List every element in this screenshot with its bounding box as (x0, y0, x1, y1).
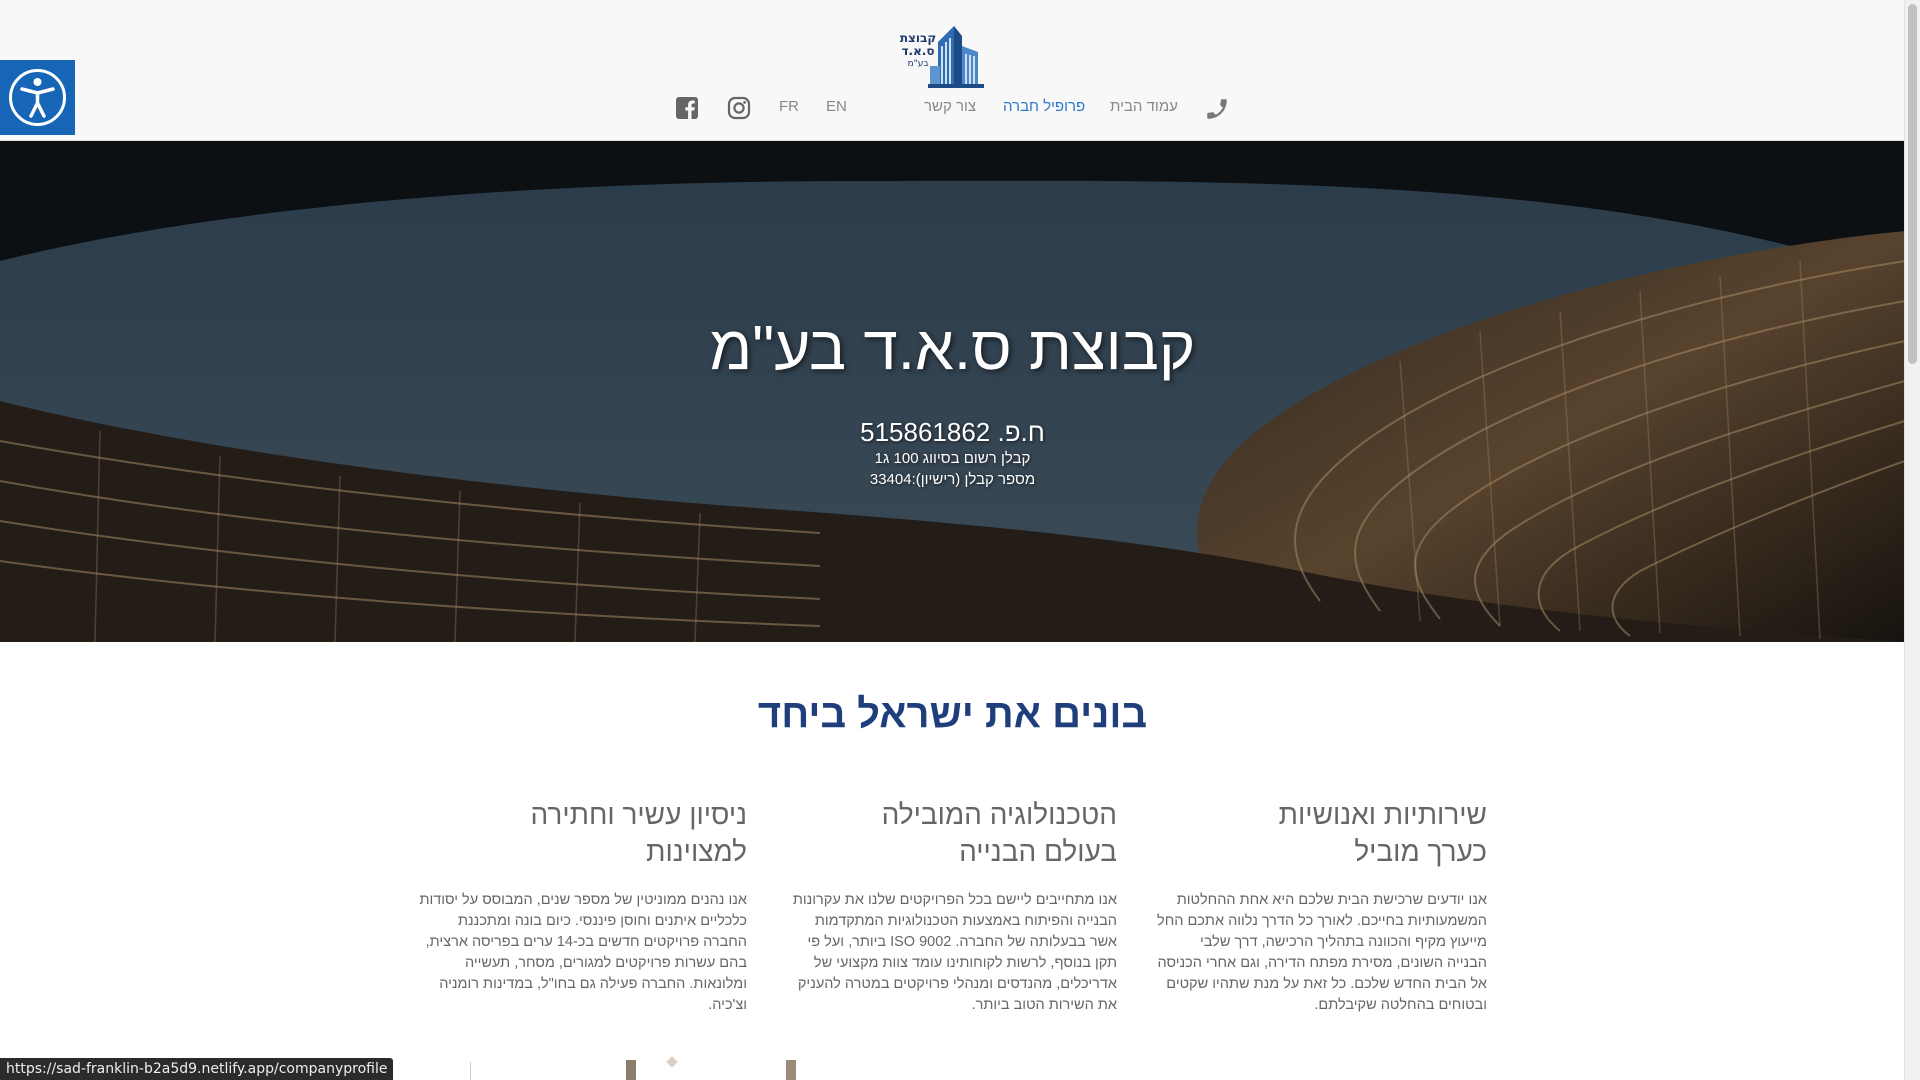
building-logo-icon (928, 26, 984, 88)
facebook-icon[interactable] (675, 96, 701, 122)
accessibility-icon (9, 69, 66, 126)
feature-body: אנו נהנים ממוניטין של מספר שנים, המבוסס … (419, 892, 747, 1013)
nav-home[interactable]: עמוד הבית (1110, 98, 1178, 122)
scrollbar-thumb[interactable] (1908, 4, 1917, 364)
hero-banner: קבוצת ס.א.ד בע"מ ח.פ. 515861862 קבלן רשו… (0, 141, 1905, 642)
instagram-icon[interactable] (727, 96, 753, 122)
feature-heading: שירותיות ואנושיות כערך מוביל (1278, 799, 1487, 867)
phone-icon[interactable] (1204, 96, 1230, 122)
company-logo[interactable]: קבוצת ס.א.ד בע"מ (898, 22, 984, 88)
lang-fr[interactable]: FR (779, 98, 799, 122)
lang-en[interactable]: EN (826, 98, 847, 122)
top-navbar: קבוצת ס.א.ד בע"מ עמוד הבית פרופיל חברה צ… (0, 0, 1905, 141)
vertical-scrollbar[interactable] (1904, 0, 1920, 1080)
company-id: ח.פ. 515861862 (860, 417, 1045, 447)
feature-heading: ניסיון עשיר וחתירה למצוינות (530, 799, 747, 867)
page: קבוצת ס.א.ד בע"מ עמוד הבית פרופיל חברה צ… (0, 0, 1905, 1080)
image-strip-peek (470, 1056, 810, 1080)
link-status-bar: https://sad-franklin-b2a5d9.netlify.app/… (0, 1058, 394, 1080)
contractor-class: קבלן רשום בסיווג 100 ג1 (874, 450, 1031, 467)
feature-column-service: שירותיות ואנושיות כערך מוביל אנו יודעים … (1157, 796, 1487, 1013)
hero-title: קבוצת ס.א.ד בע"מ (709, 314, 1196, 383)
nav-contact[interactable]: צור קשר (924, 98, 976, 122)
section-title: בונים את ישראל ביחד (757, 692, 1148, 736)
contractor-license: מספר קבלן (רישיון):33404 (869, 471, 1036, 488)
feature-column-technology: הטכנולוגיה המובילה בעולם הבנייה אנו מתחי… (787, 796, 1117, 1013)
feature-column-experience: ניסיון עשיר וחתירה למצוינות אנו נהנים ממ… (417, 796, 747, 1013)
feature-body: אנו יודעים שרכישת הבית שלכם היא אחת ההחל… (1157, 892, 1487, 1013)
building-background-image (0, 141, 1905, 642)
feature-body: אנו מתחייבים ליישם בכל הפרויקטים שלנו את… (792, 892, 1117, 1013)
nav-company-profile[interactable]: פרופיל חברה (1003, 98, 1085, 122)
accessibility-button[interactable] (0, 60, 75, 135)
feature-heading: הטכנולוגיה המובילה בעולם הבנייה (881, 799, 1117, 867)
